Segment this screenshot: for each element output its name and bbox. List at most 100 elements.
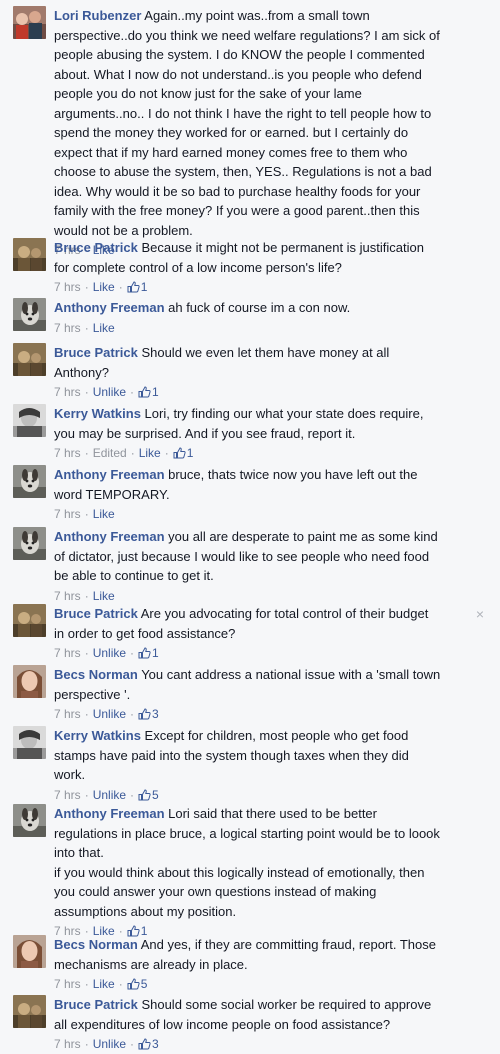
separator-dot: · xyxy=(130,707,135,721)
separator-dot: · xyxy=(118,280,123,294)
separator-dot: · xyxy=(84,507,89,521)
avatar[interactable] xyxy=(13,665,46,698)
like-button[interactable]: Like xyxy=(93,507,115,521)
comment-author[interactable]: Anthony Freeman xyxy=(54,806,165,821)
like-button[interactable]: Like xyxy=(139,446,161,460)
comment-author[interactable]: Bruce Patrick xyxy=(54,606,138,621)
comment-author[interactable]: Becs Norman xyxy=(54,667,138,682)
comment-meta: 7 hrs · Unlike · 3 xyxy=(54,706,159,724)
timestamp[interactable]: 7 hrs xyxy=(54,646,81,660)
separator-dot: · xyxy=(84,707,89,721)
like-count[interactable]: 1 xyxy=(127,280,148,297)
comment-meta: 7 hrs · Unlike · 5 xyxy=(54,787,159,805)
comment-meta: 7 hrs · Unlike · 1 xyxy=(54,384,159,402)
like-count[interactable]: 1 xyxy=(138,646,159,660)
comment-author[interactable]: Lori Rubenzer xyxy=(54,8,141,23)
comment-author[interactable]: Kerry Watkins xyxy=(54,728,141,743)
timestamp[interactable]: 7 hrs xyxy=(54,977,81,991)
edited-label[interactable]: Edited xyxy=(93,446,127,460)
like-button[interactable]: Unlike xyxy=(93,1037,126,1051)
comment-body: Kerry Watkins Lori, try finding our what… xyxy=(54,404,482,443)
timestamp[interactable]: 7 hrs xyxy=(54,321,81,335)
like-button[interactable]: Like xyxy=(93,977,115,991)
separator-dot: · xyxy=(84,280,89,294)
comment-author[interactable]: Bruce Patrick xyxy=(54,997,138,1012)
timestamp[interactable]: 7 hrs xyxy=(54,1037,81,1051)
comment-author[interactable]: Anthony Freeman xyxy=(54,467,165,482)
thumbs-up-icon xyxy=(127,281,140,297)
avatar[interactable] xyxy=(13,298,46,331)
avatar[interactable] xyxy=(13,527,46,560)
avatar[interactable] xyxy=(13,6,46,39)
separator-dot: · xyxy=(84,646,89,660)
timestamp[interactable]: 7 hrs xyxy=(54,507,81,521)
timestamp[interactable]: 7 hrs xyxy=(54,589,81,603)
comment-text: Lori said that there used to be better r… xyxy=(54,806,440,919)
separator-dot: · xyxy=(84,1037,89,1051)
comment-meta: 7 hrs · Like · 1 xyxy=(54,279,147,297)
comment-body: Lori Rubenzer Again..my point was..from … xyxy=(54,6,482,240)
timestamp[interactable]: 7 hrs xyxy=(54,385,81,399)
like-count[interactable]: 5 xyxy=(138,788,159,802)
avatar[interactable] xyxy=(13,726,46,759)
like-button[interactable]: Like xyxy=(93,321,115,335)
like-button[interactable]: Like xyxy=(93,589,115,603)
separator-dot: · xyxy=(130,446,135,460)
like-button[interactable]: Unlike xyxy=(93,707,126,721)
separator-dot: · xyxy=(84,788,89,802)
comment-meta: 7 hrs · Like xyxy=(54,588,115,604)
like-count-value: 1 xyxy=(152,385,159,399)
like-count-value: 3 xyxy=(152,1037,159,1051)
timestamp[interactable]: 7 hrs xyxy=(54,788,81,802)
thumbs-up-icon xyxy=(127,978,140,994)
comment-author[interactable]: Kerry Watkins xyxy=(54,406,141,421)
like-button[interactable]: Like xyxy=(93,280,115,294)
like-count[interactable]: 1 xyxy=(173,446,193,463)
comment-body: Becs Norman You cant address a national … xyxy=(54,665,482,704)
like-button[interactable]: Unlike xyxy=(93,385,126,399)
like-count[interactable]: 1 xyxy=(138,385,159,399)
timestamp[interactable]: 7 hrs xyxy=(54,446,81,460)
like-count-value: 1 xyxy=(140,280,148,294)
comment-author[interactable]: Bruce Patrick xyxy=(54,240,138,255)
separator-dot: · xyxy=(84,977,89,991)
timestamp[interactable]: 7 hrs xyxy=(54,280,81,294)
avatar[interactable] xyxy=(13,465,46,498)
like-count[interactable]: 3 xyxy=(138,707,159,721)
timestamp[interactable]: 7 hrs xyxy=(54,707,81,721)
avatar[interactable] xyxy=(13,804,46,837)
comment-body: Anthony Freeman Lori said that there use… xyxy=(54,804,482,921)
comment-meta: 7 hrs · Edited · Like · 1 xyxy=(54,445,193,463)
comment-meta: 7 hrs · Unlike · 1 xyxy=(54,645,159,663)
comment-author[interactable]: Anthony Freeman xyxy=(54,300,165,315)
avatar[interactable] xyxy=(13,604,46,637)
separator-dot: · xyxy=(130,646,135,660)
thumbs-up-icon xyxy=(173,447,186,463)
comment-body: Kerry Watkins Except for children, most … xyxy=(54,726,482,785)
comment-body: Bruce Patrick Are you advocating for tot… xyxy=(54,604,482,643)
separator-dot: · xyxy=(84,446,89,460)
avatar[interactable] xyxy=(13,343,46,376)
comment-body: Anthony Freeman you all are desperate to… xyxy=(54,527,482,586)
avatar[interactable] xyxy=(13,995,46,1028)
like-count[interactable]: 5 xyxy=(127,977,147,994)
thumbs-up-icon xyxy=(138,386,151,402)
thumbs-up-icon xyxy=(138,708,151,724)
comment-author[interactable]: Bruce Patrick xyxy=(54,345,138,360)
like-button[interactable]: Unlike xyxy=(93,788,126,802)
close-icon[interactable]: × xyxy=(476,606,484,622)
comment-body: Bruce Patrick Should we even let them ha… xyxy=(54,343,482,382)
separator-dot: · xyxy=(84,385,89,399)
avatar[interactable] xyxy=(13,935,46,968)
avatar[interactable] xyxy=(13,404,46,437)
comment-text: Again..my point was..from a small town p… xyxy=(54,8,440,238)
like-button[interactable]: Unlike xyxy=(93,646,126,660)
like-count[interactable]: 3 xyxy=(138,1037,159,1051)
avatar[interactable] xyxy=(13,238,46,271)
separator-dot: · xyxy=(130,1037,135,1051)
separator-dot: · xyxy=(164,446,169,460)
thumbs-up-icon xyxy=(138,647,151,663)
separator-dot: · xyxy=(130,788,135,802)
comment-author[interactable]: Anthony Freeman xyxy=(54,529,165,544)
comment-author[interactable]: Becs Norman xyxy=(54,937,138,952)
